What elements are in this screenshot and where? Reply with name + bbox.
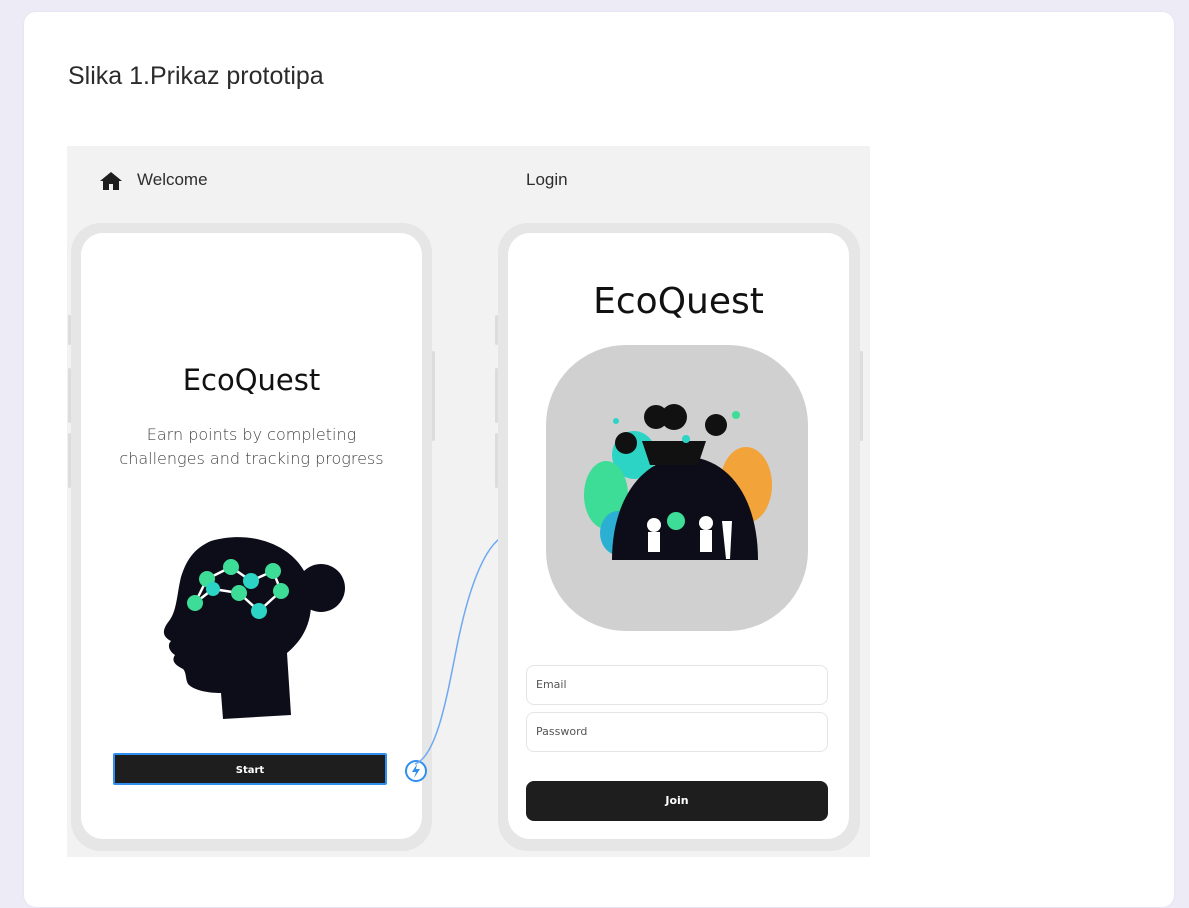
phone-side-button [68,433,71,488]
welcome-screen: EcoQuest Earn points by completing chall… [81,233,422,839]
login-app-title: EcoQuest [593,281,764,322]
welcome-subtitle-line2: challenges and tracking progress [119,449,384,468]
password-field[interactable]: Password [526,712,828,752]
phone-side-button [432,351,435,441]
join-button[interactable]: Join [526,781,828,821]
head-illustration [151,533,351,728]
phone-side-button [495,368,498,423]
phone-side-button [68,368,71,423]
phone-side-button [68,315,71,345]
frame-label-login[interactable]: Login [526,170,568,190]
prototype-canvas: Welcome Login EcoQuest Earn points by co… [67,146,870,857]
login-screen: EcoQuest Email Password Join [508,233,849,839]
phone-side-button [495,315,498,345]
start-button[interactable]: Start [113,753,387,785]
email-field[interactable]: Email [526,665,828,705]
phone-side-button [860,351,863,441]
welcome-label: Welcome [137,170,208,189]
community-illustration [546,345,808,631]
welcome-app-title: EcoQuest [182,363,321,397]
phone-side-button [495,433,498,488]
welcome-subtitle-line1: Earn points by completing [146,425,357,444]
login-phone: EcoQuest Email Password Join [495,223,863,851]
home-icon [99,170,123,197]
figure-caption: Slika 1.Prikaz prototipa [68,62,324,90]
